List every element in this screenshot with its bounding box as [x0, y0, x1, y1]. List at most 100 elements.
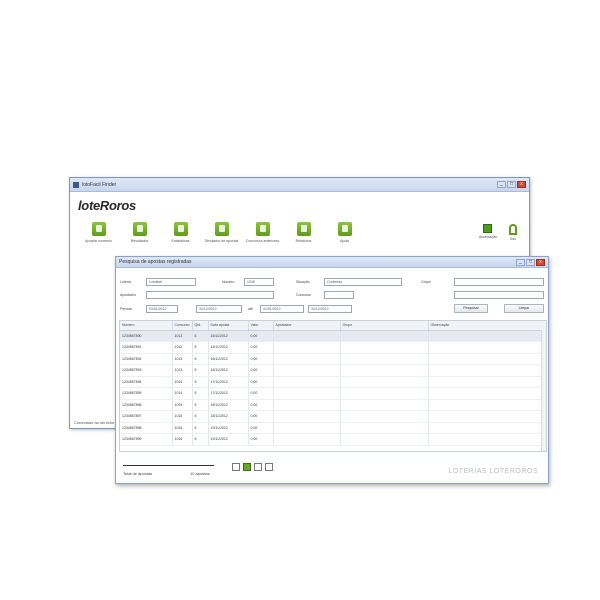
column-header[interactable]: Observação [428, 321, 546, 331]
page-button[interactable] [254, 463, 262, 471]
table-cell [340, 364, 429, 377]
table-cell [428, 387, 546, 400]
table-row[interactable]: 1234567899 1016 5 19/11/2012 0,00 [120, 433, 546, 446]
main-titlebar[interactable]: lotoFacil Finder _ □ x [70, 178, 529, 192]
table-cell [428, 399, 546, 411]
stats-icon [173, 222, 188, 236]
apostador-input[interactable] [146, 291, 274, 299]
column-header[interactable]: Valor [248, 321, 274, 331]
table-row[interactable]: 1234567896 1015 5 18/11/2012 0,00 [120, 399, 546, 411]
footer-brand: LOTERIAS LOTEROROS [448, 468, 538, 475]
table-cell: 1234567893 [120, 364, 173, 377]
table-row[interactable]: 1234567892 1013 5 16/11/2012 0,00 [120, 353, 546, 365]
date-end-input[interactable]: 31/12/2012 [196, 305, 242, 313]
table-cell: 19/11/2012 [208, 433, 249, 446]
table-row[interactable]: 1234567897 1015 5 18/11/2012 0,00 [120, 410, 546, 423]
total-label: Total de apostas [123, 471, 153, 476]
table-cell: 1012 [172, 330, 193, 342]
maximize-button[interactable]: □ [507, 181, 516, 188]
table-cell: 18/11/2012 [208, 410, 249, 423]
results-icon [132, 222, 147, 236]
table-cell: 1016 [172, 433, 193, 446]
table-cell: 1234567896 [120, 399, 173, 411]
minimize-button[interactable]: _ [497, 181, 506, 188]
page-button[interactable] [232, 463, 240, 471]
grupo-input[interactable] [454, 278, 544, 286]
date-start2-input[interactable]: 01/01/2012 [260, 305, 304, 313]
table-cell: 0,00 [248, 422, 274, 434]
table-cell [428, 353, 546, 365]
toolbar-button-reports[interactable]: Relatórios [283, 222, 324, 243]
dialog-close-button[interactable]: x [536, 258, 545, 266]
table-row[interactable]: 1234567891 1012 5 15/11/2012 0,00 [120, 341, 546, 354]
toolbar-button-simulator[interactable]: Simulador de apostas [201, 222, 242, 243]
table-row[interactable]: 1234567895 1014 5 17/11/2012 0,00 [120, 387, 546, 400]
table-cell: 1234567899 [120, 433, 173, 446]
toolbar-button-stats[interactable]: Estatísticas [160, 222, 201, 243]
toolbar-button-bet[interactable]: Apostar números [78, 222, 119, 243]
situacao-input[interactable]: Conferido [324, 278, 402, 286]
table-cell: 0,00 [248, 364, 274, 377]
table-cell: 1234567891 [120, 341, 173, 354]
dialog-minimize-button[interactable]: _ [516, 258, 525, 266]
table-cell: 5 [192, 410, 209, 423]
toolbar-button-help[interactable]: Ajuda [324, 222, 365, 243]
extra-input[interactable] [454, 291, 544, 299]
dialog-titlebar[interactable]: Pesquisa de apostas registradas _ □ x [116, 257, 548, 268]
table-cell: 1234567894 [120, 376, 173, 388]
table-cell: 16/11/2012 [208, 364, 249, 377]
table-row[interactable]: 1234567894 1014 5 17/11/2012 0,00 [120, 376, 546, 388]
table-cell: 15/11/2012 [208, 341, 249, 354]
simulator-icon [214, 222, 229, 236]
table-row[interactable]: 1234567890 1012 5 15/11/2012 0,00 [120, 330, 546, 342]
table-cell [428, 410, 546, 423]
table-cell [340, 341, 429, 354]
table-cell: 0,00 [248, 353, 274, 365]
concurso-input[interactable] [324, 291, 354, 299]
main-toolbar: Apostar números Resultados Estatísticas … [78, 222, 365, 243]
date-start-input[interactable]: 01/01/2012 [146, 305, 178, 313]
dialog-title: Pesquisa de apostas registradas [119, 259, 192, 265]
column-header[interactable]: Concurso [172, 321, 193, 331]
contests-icon [255, 222, 270, 236]
table-cell: 5 [192, 376, 209, 388]
column-header[interactable]: Qtd. [192, 321, 209, 331]
table-cell: 0,00 [248, 410, 274, 423]
column-header[interactable]: Apostador [273, 321, 341, 331]
app-icon [73, 181, 79, 188]
clear-button[interactable]: Limpar [504, 304, 544, 313]
window-controls: _ □ x [497, 181, 526, 188]
page-button-active[interactable] [243, 463, 251, 471]
dialog-window-controls: _ □ x [516, 258, 545, 266]
bet-icon [91, 222, 106, 236]
close-button[interactable]: x [517, 181, 526, 188]
table-row[interactable]: 1234567898 1016 5 19/11/2012 0,00 [120, 422, 546, 434]
table-cell: 1015 [172, 399, 193, 411]
exit-button[interactable]: Sair [509, 224, 517, 241]
column-header[interactable]: Número [120, 321, 173, 331]
table-cell: 5 [192, 387, 209, 400]
table-row[interactable]: 1234567893 1013 5 16/11/2012 0,00 [120, 364, 546, 377]
table-cell: 5 [192, 353, 209, 365]
table-cell [273, 330, 341, 342]
dialog-maximize-button[interactable]: □ [526, 258, 535, 266]
toolbar-button-contests[interactable]: Concursos anteriores [242, 222, 283, 243]
numero-input[interactable]: 1245 [244, 278, 274, 286]
date-end2-input[interactable]: 31/12/2012 [308, 305, 352, 313]
table-cell: 16/11/2012 [208, 353, 249, 365]
results-grid[interactable]: Número Concurso Qtd. Data aposta Valor A… [119, 320, 547, 452]
update-button[interactable]: Atualização [479, 224, 497, 241]
table-cell: 5 [192, 433, 209, 446]
table-cell: 5 [192, 330, 209, 342]
column-header[interactable]: Grupo [340, 321, 429, 331]
table-cell [340, 422, 429, 434]
table-cell: 1015 [172, 410, 193, 423]
results-table: Número Concurso Qtd. Data aposta Valor A… [120, 321, 546, 446]
table-cell: 5 [192, 341, 209, 354]
loteria-select[interactable]: Lotofácil [146, 278, 196, 286]
vertical-scrollbar[interactable] [541, 330, 546, 451]
column-header[interactable]: Data aposta [208, 321, 249, 331]
toolbar-button-results[interactable]: Resultados [119, 222, 160, 243]
search-button[interactable]: Pesquisar [454, 304, 488, 313]
page-button[interactable] [265, 463, 273, 471]
